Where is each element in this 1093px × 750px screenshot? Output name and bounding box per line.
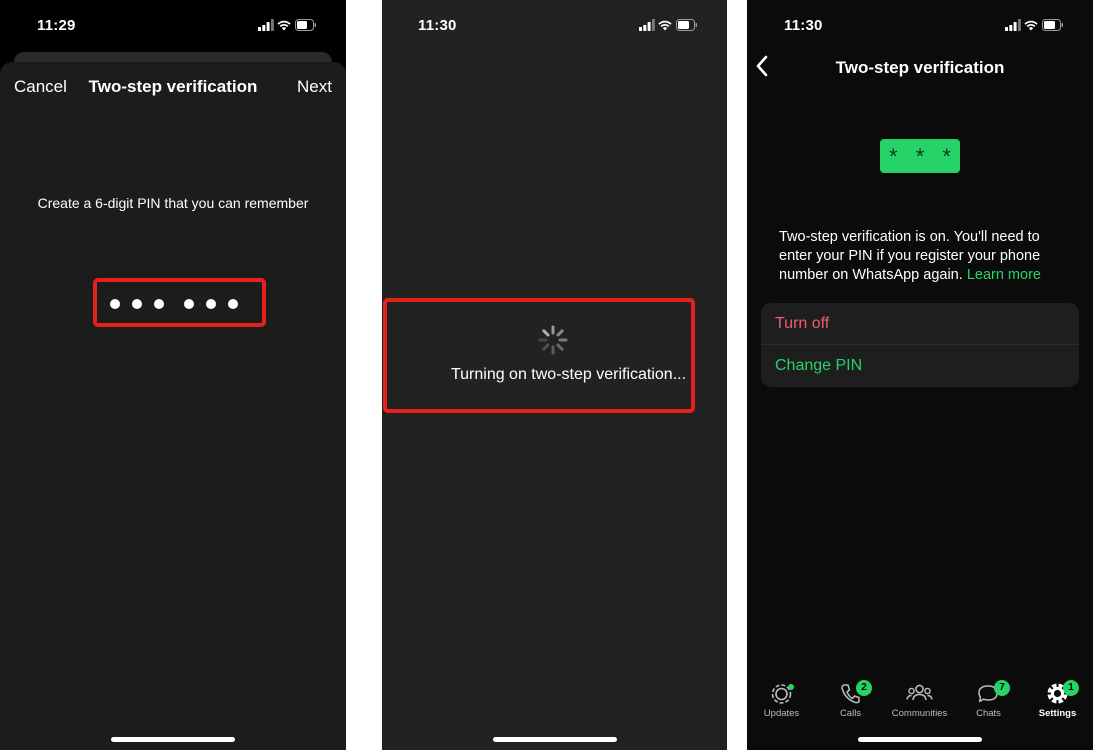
tab-label: Updates [763,708,800,719]
turn-off-button[interactable]: Turn off [761,303,1079,345]
status-time: 11:30 [418,17,457,34]
status-bar: 11:29 [0,0,346,50]
loading-spinner-icon [538,325,568,355]
next-button[interactable]: Next [297,77,332,97]
status-bar: 11:30 [382,0,727,50]
battery-icon [676,19,697,31]
tab-label: Chats [976,708,1001,719]
tab-bar: Updates 2 Calls Communities 7 Chats 1 Se… [747,672,1093,722]
tab-calls[interactable]: 2 Calls [816,672,885,722]
tab-label: Settings [1038,708,1077,719]
wifi-icon [277,20,291,31]
battery-icon [295,19,316,31]
status-bar: 11:30 [747,0,1093,50]
modal-sheet [0,62,346,750]
status-icons [1005,19,1063,33]
calls-badge: 2 [856,680,872,696]
verification-description: Two-step verification is on. You'll need… [779,228,1063,285]
tab-settings[interactable]: 1 Settings [1023,672,1092,722]
chats-badge: 7 [994,680,1010,696]
pin-dot [184,299,194,309]
home-indicator [111,737,235,742]
wifi-icon [658,20,672,31]
pin-highlight-box [93,278,266,327]
communities-icon [906,684,933,701]
battery-icon [1042,19,1063,31]
cellular-signal-icon [639,19,655,31]
loading-text: Turning on two-step verification... [450,366,687,383]
home-indicator [858,737,982,742]
pin-dot [110,299,120,309]
tab-updates[interactable]: Updates [747,672,816,722]
wifi-icon [1024,20,1038,31]
verification-enabled-screen: 11:30 Two-step verification * * * Two-st… [747,0,1093,750]
pin-dot [206,299,216,309]
tab-communities[interactable]: Communities [885,672,954,722]
tab-label: Calls [839,708,862,719]
updates-indicator [788,684,794,690]
tab-label: Communities [891,708,948,719]
pin-dot [154,299,164,309]
loading-screen: 11:30 Turning on two-step verification..… [382,0,727,750]
status-icons [639,19,697,33]
status-time: 11:30 [784,17,823,34]
learn-more-link[interactable]: Learn more [967,267,1041,283]
pin-badge: * * * [880,139,960,173]
change-pin-button[interactable]: Change PIN [761,345,1079,387]
status-icons [258,19,316,33]
pin-input[interactable] [97,299,262,309]
status-time: 11:29 [37,17,76,34]
settings-badge: 1 [1063,680,1079,696]
actions-group: Turn off Change PIN [761,303,1079,387]
cellular-signal-icon [1005,19,1021,31]
home-indicator [492,737,617,742]
page-title: Two-step verification [88,77,258,96]
pin-instruction: Create a 6-digit PIN that you can rememb… [37,195,309,211]
page-title: Two-step verification [835,58,1005,77]
tab-chats[interactable]: 7 Chats [954,672,1023,722]
pin-dot [132,299,142,309]
pin-entry-screen: 11:29 Cancel Two-step verification Next … [0,0,346,750]
cellular-signal-icon [258,19,274,31]
pin-dot [228,299,238,309]
